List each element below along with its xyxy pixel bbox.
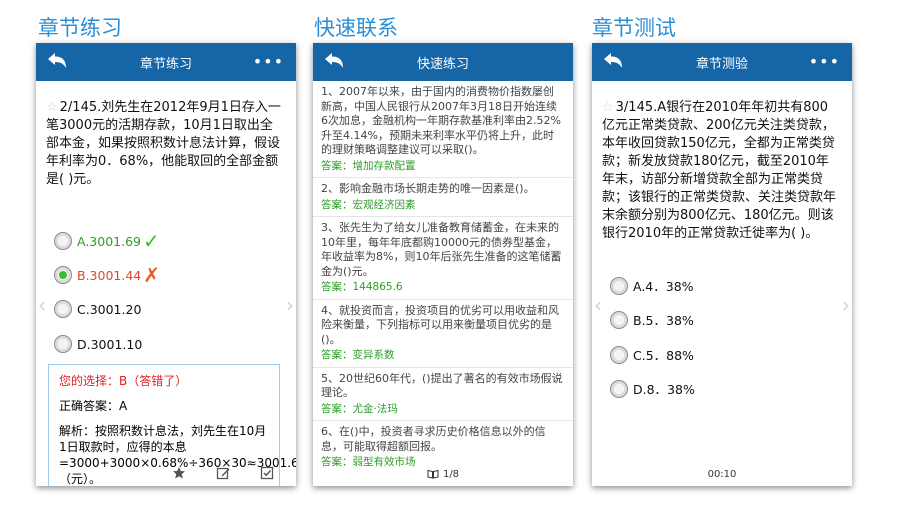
question-body: 2/145.刘先生在2012年9月1日存入一笔3000元的活期存款，10月1日取… [46, 100, 281, 187]
screen-title: 章节测验 [695, 56, 748, 72]
screen-title: 快速练习 [416, 56, 469, 72]
radio-button[interactable] [54, 232, 72, 250]
back-arrow-icon[interactable] [602, 51, 624, 71]
phone-screen-chapter-practice: 章节练习 ••• ‹ › ☆ 2/145.刘先生在2012年9月1日存入一笔300… [36, 43, 296, 486]
option-c[interactable]: C.3001.20 [54, 300, 141, 318]
back-arrow-icon[interactable] [323, 51, 345, 71]
submit-check-icon[interactable] [260, 466, 274, 480]
option-d[interactable]: D.8．38% [610, 379, 695, 398]
option-b[interactable]: B.5．38% [610, 310, 694, 329]
radio-button[interactable] [610, 345, 628, 364]
list-answer: 答案：增加存款配置 [321, 159, 416, 172]
radio-button-selected[interactable] [54, 266, 72, 284]
radio-button[interactable] [54, 300, 72, 318]
list-item[interactable]: 2、影响金融市场长期走势的唯一因素是()。 答案：宏观经济因素 [313, 178, 573, 217]
list-question: 6、在()中，投资者寻求历史价格信息以外的信息，可能取得超额回报。 [321, 425, 546, 453]
list-question: 5、20世纪60年代，()提出了著名的有效市场假说理论。 [321, 371, 563, 400]
book-icon [427, 469, 439, 479]
list-answer: 答案：变异系数 [321, 349, 395, 361]
list-question: 4、就投资而言，投资项目的优劣可以用收益和风险来衡量，下列指标可以用来衡量项目优… [321, 303, 559, 346]
radio-button[interactable] [54, 335, 72, 353]
radio-button[interactable] [610, 276, 628, 295]
radio-button[interactable] [610, 379, 628, 398]
correct-answer: 正确答案：A [59, 399, 128, 413]
list-item[interactable]: 3、张先生为了给女儿准备教育储蓄金，在未来的10年里，每年年底都购10000元的… [313, 217, 573, 300]
bottom-toolbar [172, 466, 274, 480]
radio-button[interactable] [610, 310, 628, 329]
option-label: B.5．38% [633, 313, 694, 328]
screen-title: 章节练习 [139, 56, 192, 72]
favorite-star-icon[interactable]: ☆ [46, 100, 58, 115]
list-answer: 答案：宏观经济因素 [321, 198, 416, 211]
top-bar: 章节测验 ••• [592, 43, 852, 81]
list-item[interactable]: 4、就投资而言，投资项目的优劣可以用收益和风险来衡量，下列指标可以用来衡量项目优… [313, 300, 573, 368]
your-choice: 您的选择：B（答错了） [59, 374, 188, 388]
question-list: 1、2007年以来，由于国内的消费物价指数屡创新高，中国人民银行从2007年3月… [313, 81, 573, 474]
option-label: A.4．38% [633, 279, 694, 294]
caption-chapter-practice: 章节练习 [38, 16, 122, 40]
option-b[interactable]: B.3001.44 ✗ [54, 265, 160, 285]
previous-arrow-icon[interactable]: ‹ [594, 293, 602, 317]
option-label: B.3001.44 [77, 267, 142, 283]
list-question: 1、2007年以来，由于国内的消费物价指数屡创新高，中国人民银行从2007年3月… [321, 85, 561, 156]
caption-chapter-test: 章节测试 [592, 16, 676, 40]
top-bar: 快速练习 [313, 43, 573, 81]
star-icon[interactable] [172, 466, 186, 480]
more-options-icon[interactable]: ••• [253, 52, 284, 71]
next-arrow-icon[interactable]: › [286, 293, 294, 317]
list-item[interactable]: 1、2007年以来，由于国内的消费物价指数屡创新高，中国人民银行从2007年3月… [313, 81, 573, 178]
timer: 00:10 [707, 469, 737, 480]
favorite-star-icon[interactable]: ☆ [602, 100, 614, 115]
option-label: D.3001.10 [77, 336, 143, 352]
list-question: 2、影响金融市场长期走势的唯一因素是()。 [321, 182, 535, 195]
option-a[interactable]: A.4．38% [610, 276, 694, 295]
previous-arrow-icon[interactable]: ‹ [38, 293, 46, 317]
list-answer: 答案：144865.6 [321, 281, 403, 293]
page-indicator[interactable]: 1/8 [313, 469, 573, 480]
question-text: ☆ 2/145.刘先生在2012年9月1日存入一笔3000元的活期存款，10月1日… [46, 99, 284, 189]
phone-screen-quick-practice: 快速练习 1、2007年以来，由于国内的消费物价指数屡创新高，中国人民银行从20… [313, 43, 573, 486]
checkmark-icon: ✓ [143, 229, 160, 253]
edit-note-icon[interactable] [216, 466, 230, 480]
cross-icon: ✗ [143, 263, 161, 287]
list-answer: 答案：尤金·法玛 [321, 402, 398, 415]
option-a[interactable]: A.3001.69 ✓ [54, 231, 160, 251]
top-bar: 章节练习 ••• [36, 43, 296, 81]
list-answer: 答案：弱型有效市场 [321, 456, 416, 468]
list-item[interactable]: 6、在()中，投资者寻求历史价格信息以外的信息，可能取得超额回报。 答案：弱型有… [313, 421, 573, 474]
phone-screen-chapter-test: 章节测验 ••• ‹ › ☆ 3/145.A银行在2010年年初共有800亿元正常… [592, 43, 852, 486]
option-c[interactable]: C.5．88% [610, 345, 694, 364]
question-text: ☆ 3/145.A银行在2010年年初共有800亿元正常类贷款、200亿元关注类贷… [602, 99, 840, 243]
option-label: C.5．88% [633, 348, 694, 363]
back-arrow-icon[interactable] [46, 51, 68, 71]
list-question: 3、张先生为了给女儿准备教育储蓄金，在未来的10年里，每年年底都购10000元的… [321, 221, 562, 278]
option-label: C.3001.20 [77, 301, 142, 317]
next-arrow-icon[interactable]: › [842, 293, 850, 317]
option-d[interactable]: D.3001.10 [54, 335, 142, 353]
list-item[interactable]: 5、20世纪60年代，()提出了著名的有效市场假说理论。 答案：尤金·法玛 [313, 368, 573, 421]
caption-quick-contact: 快速联系 [314, 16, 398, 40]
more-options-icon[interactable]: ••• [809, 52, 840, 71]
question-body: 3/145.A银行在2010年年初共有800亿元正常类贷款、200亿元关注类贷款… [602, 100, 837, 241]
option-label: D.8．38% [633, 382, 695, 397]
option-label: A.3001.69 [77, 233, 141, 249]
page-number: 1/8 [442, 469, 460, 480]
